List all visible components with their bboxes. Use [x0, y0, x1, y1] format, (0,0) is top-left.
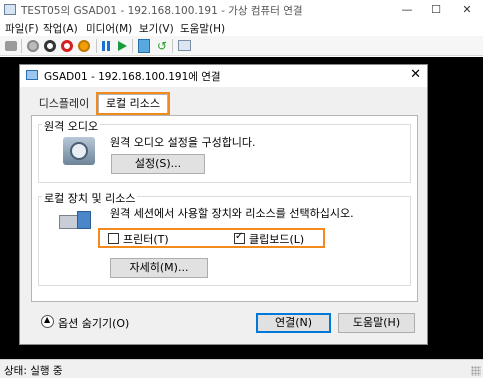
- local-devices-label: 로컬 장치 및 리소스: [42, 190, 138, 206]
- pause-icon[interactable]: [102, 41, 105, 51]
- toolbar: ↺: [0, 36, 483, 56]
- hide-options-link[interactable]: 옵션 숨기기(O): [58, 315, 129, 331]
- remote-audio-label: 원격 오디오: [42, 118, 101, 134]
- window-title: TEST05의 GSAD01 - 192.168.100.191 - 가상 컴퓨…: [21, 5, 303, 17]
- printer-label[interactable]: 프린터(T): [123, 231, 169, 247]
- audio-description: 원격 오디오 설정을 구성합니다.: [110, 136, 256, 149]
- revert-icon[interactable]: ↺: [157, 39, 167, 53]
- title-bar: TEST05의 GSAD01 - 192.168.100.191 - 가상 컴퓨…: [0, 0, 483, 20]
- toolbar-separator: [96, 39, 97, 53]
- menu-action[interactable]: 작업(A): [43, 21, 78, 36]
- start-icon[interactable]: [27, 40, 39, 52]
- rdp-connection-dialog: GSAD01 - 192.168.100.191에 연결 ✕ 디스플레이 로컬 …: [19, 64, 428, 345]
- close-window-button[interactable]: ✕: [452, 0, 482, 20]
- power-icon[interactable]: [78, 40, 90, 52]
- local-resources-page: 원격 오디오 원격 오디오 설정을 구성합니다. 설정(S)... 로컬 장치 …: [31, 115, 418, 302]
- pause-icon-bar: [107, 41, 110, 51]
- ctrl-alt-del-icon[interactable]: [5, 41, 17, 51]
- clipboard-checkbox[interactable]: ✓: [234, 231, 245, 244]
- more-details-button[interactable]: 자세히(M)...: [110, 258, 208, 278]
- chevron-up-icon[interactable]: ▲: [41, 315, 54, 328]
- help-button[interactable]: 도움말(H): [338, 313, 415, 333]
- tab-highlight-box: [96, 92, 170, 115]
- clipboard-label[interactable]: 클립보드(L): [249, 231, 304, 247]
- devices-icon: [59, 209, 93, 231]
- speaker-icon: [63, 137, 95, 165]
- check-icon: ✓: [235, 231, 244, 242]
- menu-file[interactable]: 파일(F): [5, 21, 39, 36]
- audio-settings-button[interactable]: 설정(S)...: [111, 154, 205, 174]
- devices-description: 원격 세션에서 사용할 장치와 리소스를 선택하십시오.: [110, 207, 354, 220]
- menu-view[interactable]: 보기(V): [139, 21, 174, 36]
- tab-display[interactable]: 디스플레이: [30, 95, 98, 115]
- dialog-close-button[interactable]: ✕: [410, 67, 421, 82]
- shutdown-icon[interactable]: [61, 40, 73, 52]
- printer-checkbox[interactable]: [108, 233, 119, 244]
- toolbar-separator: [172, 39, 173, 53]
- menu-media[interactable]: 미디어(M): [86, 21, 132, 36]
- status-text: 상태: 실행 중: [4, 365, 63, 377]
- menu-help[interactable]: 도움말(H): [180, 21, 225, 36]
- connect-button[interactable]: 연결(N): [256, 313, 331, 333]
- reset-icon[interactable]: [118, 41, 127, 51]
- minimize-button[interactable]: —: [392, 0, 422, 20]
- status-bar: 상태: 실행 중: [0, 359, 483, 378]
- maximize-button[interactable]: ☐: [421, 0, 451, 20]
- toolbar-separator: [21, 39, 22, 53]
- menu-bar: 파일(F) 작업(A) 미디어(M) 보기(V) 도움말(H): [0, 20, 483, 36]
- toolbar-separator: [132, 39, 133, 53]
- resize-grip-icon[interactable]: [471, 366, 481, 376]
- remote-desktop-icon: [26, 70, 38, 80]
- checkpoint-icon[interactable]: [138, 39, 150, 53]
- enhanced-session-icon[interactable]: [178, 40, 191, 51]
- dialog-title-bar: GSAD01 - 192.168.100.191에 연결 ✕: [20, 65, 427, 87]
- dialog-title: GSAD01 - 192.168.100.191에 연결: [44, 71, 221, 83]
- turn-off-icon[interactable]: [44, 40, 56, 52]
- vm-connect-app-icon: [4, 4, 16, 15]
